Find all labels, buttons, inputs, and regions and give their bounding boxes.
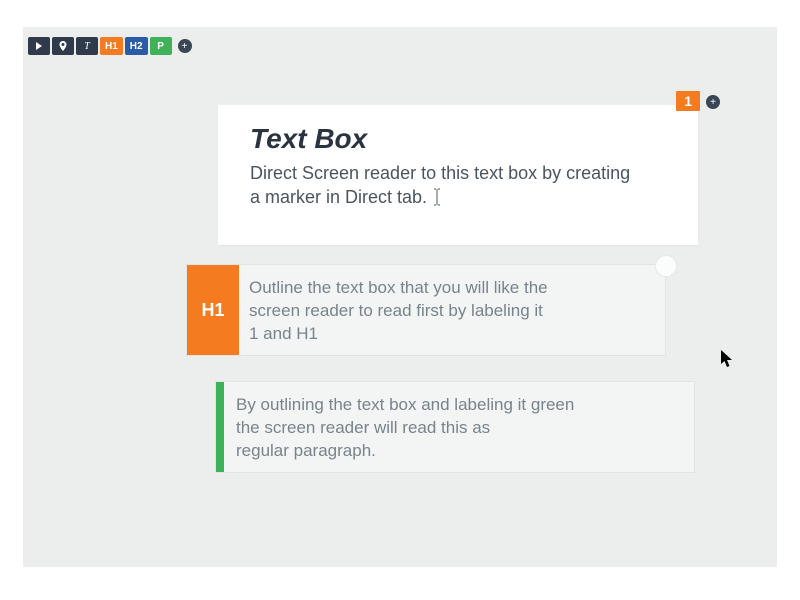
p-body-line3: regular paragraph.	[236, 441, 376, 460]
resize-handle[interactable]	[655, 255, 677, 277]
h1-spine-label[interactable]: H1	[187, 265, 239, 355]
p-tool-button[interactable]: P	[150, 37, 172, 55]
text-tool-button[interactable]: T	[76, 37, 98, 55]
paragraph-spine	[216, 382, 224, 472]
add-element-button[interactable]: +	[706, 95, 720, 109]
h1-box-body: Outline the text box that you will like …	[249, 277, 639, 346]
editor-canvas: T H1 H2 P + 1 + Text Box Direct Screen r…	[23, 27, 777, 567]
p-body-line2: the screen reader will read this as	[236, 418, 490, 437]
h1-annotated-box[interactable]: 1 H1 Outline the text box that you will …	[186, 264, 666, 356]
h1-tool-button[interactable]: H1	[100, 37, 123, 55]
textbox-body[interactable]: Direct Screen reader to this text box by…	[250, 161, 674, 210]
h1-body-line2: screen reader to read first by labeling …	[249, 301, 543, 320]
textbox-card[interactable]: 1 + Text Box Direct Screen reader to thi…	[218, 105, 698, 245]
p-body-line1: By outlining the text box and labeling i…	[236, 395, 574, 414]
marker-button[interactable]	[52, 37, 74, 55]
location-icon	[59, 41, 67, 51]
paragraph-annotated-box[interactable]: By outlining the text box and labeling i…	[215, 381, 695, 473]
paragraph-box-body: By outlining the text box and labeling i…	[236, 394, 668, 463]
h2-tool-button[interactable]: H2	[125, 37, 148, 55]
textbox-body-line1: Direct Screen reader to this text box by…	[250, 163, 630, 183]
h1-body-line1: Outline the text box that you will like …	[249, 278, 548, 297]
textbox-title: Text Box	[250, 123, 367, 155]
mouse-cursor-icon	[720, 349, 734, 369]
textbox-body-line2: a marker in Direct tab.	[250, 187, 427, 207]
formatting-toolbar: T H1 H2 P +	[28, 37, 192, 55]
order-badge[interactable]: 1	[676, 91, 700, 111]
text-caret-icon	[432, 188, 442, 206]
play-icon	[35, 42, 43, 50]
h1-body-line3: 1 and H1	[249, 324, 318, 343]
add-tool-button[interactable]: +	[178, 39, 192, 53]
play-button[interactable]	[28, 37, 50, 55]
